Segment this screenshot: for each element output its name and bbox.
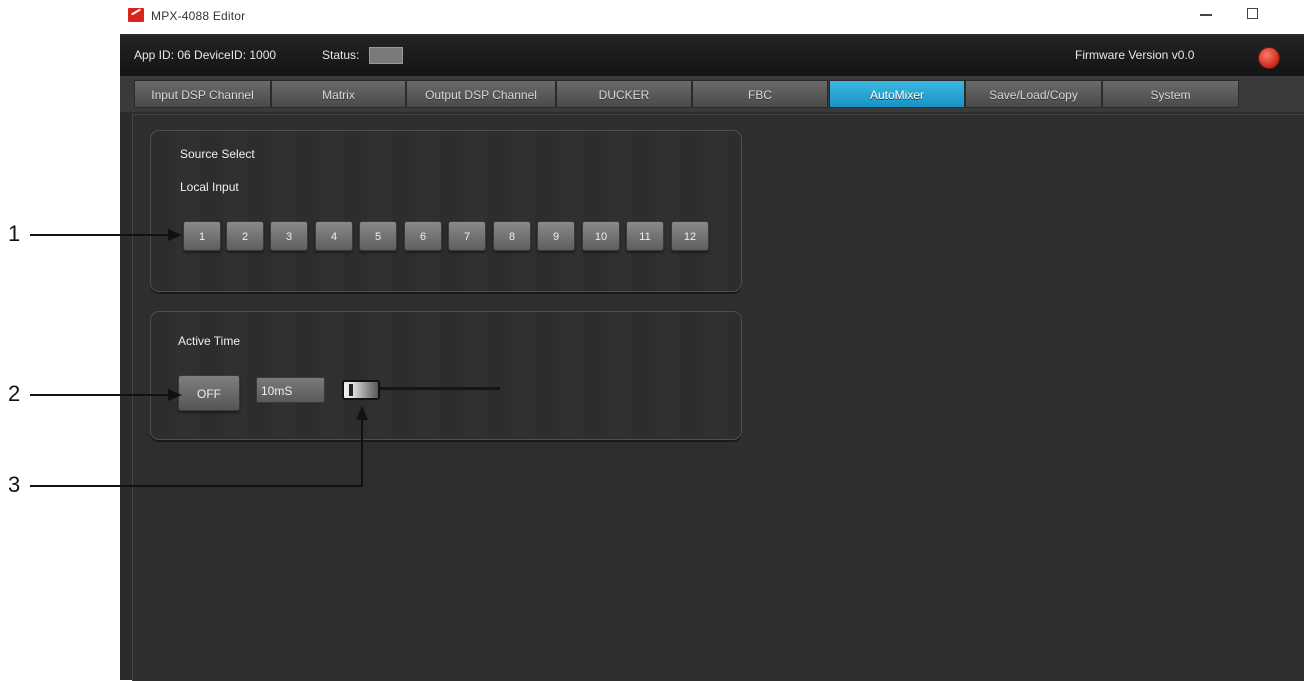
channel-button-5[interactable]: 5 [359,221,397,251]
source-select-title: Source Select [180,147,255,161]
channel-button-8[interactable]: 8 [493,221,531,251]
app-device-id: App ID: 06 DeviceID: 1000 [134,48,277,62]
local-input-label: Local Input [180,180,239,194]
callout-1-arrow-icon [168,229,182,241]
channel-button-10[interactable]: 10 [582,221,620,251]
tab-fbc[interactable]: FBC [692,80,828,108]
callout-2-arrow-icon [168,389,182,401]
tab-automixer[interactable]: AutoMixer [829,80,965,108]
active-time-value: 10mS [256,377,325,403]
status-label: Status: [322,48,360,62]
channel-button-3[interactable]: 3 [270,221,308,251]
tab-output-dsp-channel[interactable]: Output DSP Channel [406,80,556,108]
callout-3-vline [361,418,363,487]
tab-matrix[interactable]: Matrix [271,80,406,108]
callout-2-number: 2 [8,381,21,406]
close-icon[interactable] [1258,47,1280,69]
active-time-slider-thumb[interactable] [342,380,380,400]
channel-button-2[interactable]: 2 [226,221,264,251]
callout-2-line [30,394,170,396]
callout-1-number: 1 [8,221,21,246]
active-time-title: Active Time [178,334,241,348]
channel-button-12[interactable]: 12 [671,221,709,251]
callout-3-line [30,485,363,487]
firmware-version: Firmware Version v0.0 [1075,48,1195,62]
active-time-slider-track[interactable] [380,387,500,390]
app-logo-icon [128,8,144,22]
callout-3-number: 3 [8,472,21,497]
tab-input-dsp-channel[interactable]: Input DSP Channel [134,80,271,108]
tab-ducker[interactable]: DUCKER [556,80,692,108]
tab-save-load-copy[interactable]: Save/Load/Copy [965,80,1102,108]
window-titlebar [120,0,1304,34]
channel-button-9[interactable]: 9 [537,221,575,251]
channel-button-1[interactable]: 1 [183,221,221,251]
window-title: MPX-4088 Editor [151,9,246,23]
tab-system[interactable]: System [1102,80,1239,108]
minimize-icon[interactable] [1200,14,1212,16]
channel-button-11[interactable]: 11 [626,221,664,251]
channel-button-6[interactable]: 6 [404,221,442,251]
channel-button-4[interactable]: 4 [315,221,353,251]
status-indicator [369,47,403,64]
channel-button-7[interactable]: 7 [448,221,486,251]
active-time-off-button[interactable]: OFF [178,375,240,411]
callout-1-line [30,234,170,236]
maximize-icon[interactable] [1247,8,1258,19]
callout-3-arrow-icon [356,406,368,420]
